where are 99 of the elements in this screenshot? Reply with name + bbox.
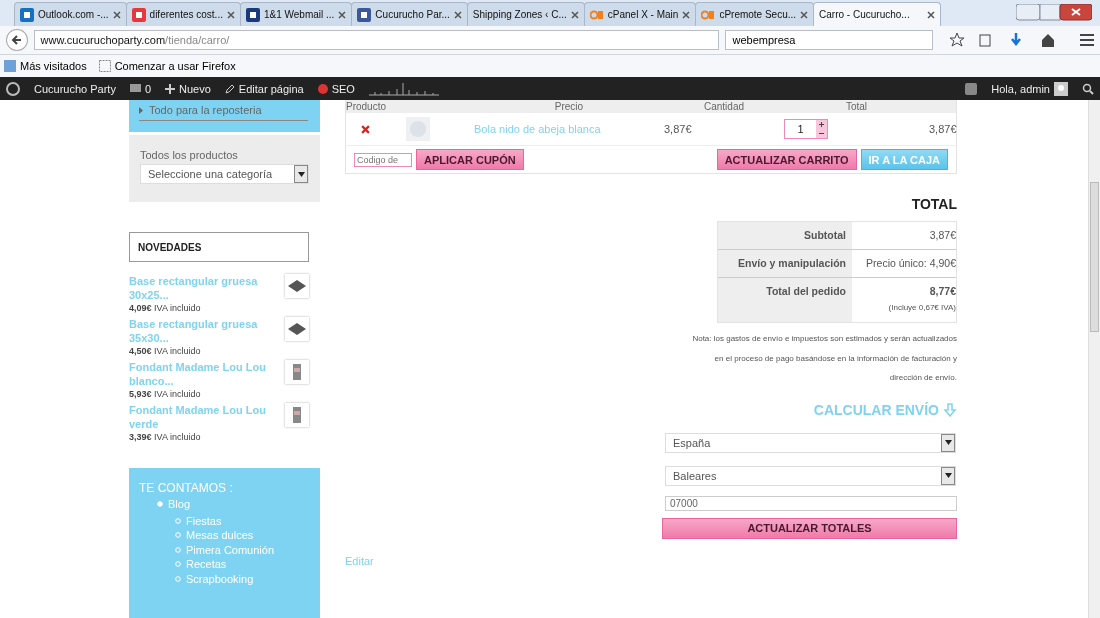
bullet-icon <box>175 517 181 524</box>
close-icon <box>112 10 121 19</box>
bookmark-link[interactable]: Comenzar a usar Firefox <box>98 60 236 72</box>
new-link[interactable]: Nuevo <box>165 82 211 95</box>
browser-tab[interactable]: diferentes cost... <box>125 2 241 26</box>
widget-title: Todos los productos <box>140 149 239 161</box>
category-select[interactable]: Seleccione una categoría <box>140 164 309 184</box>
home-icon[interactable] <box>1040 33 1055 47</box>
triangle-icon <box>139 106 143 114</box>
table-cell-text: 3,87€ <box>664 123 693 135</box>
row-label: Total del pedido <box>718 278 852 322</box>
notification-icon <box>965 82 978 95</box>
product-price: 5,93€ IVA incluido <box>129 389 202 399</box>
account-link[interactable]: Hola, admin <box>991 81 1068 96</box>
product-price: 4,50€ IVA incluido <box>129 346 202 356</box>
browser-tab[interactable]: Cucurucho Par... <box>351 2 468 26</box>
bullet-icon <box>175 575 181 582</box>
edit-page-link[interactable]: Editar página <box>224 82 304 95</box>
back-arrow-icon <box>10 34 23 46</box>
favicon-icon <box>701 9 716 20</box>
comment-icon <box>129 83 141 94</box>
table-cell-text: 8,77€ (Incluye 0,67€ IVA) <box>887 284 956 314</box>
section-title: TOTAL <box>911 196 957 212</box>
page-icon <box>98 60 111 72</box>
search-field[interactable]: webempresa <box>725 30 934 50</box>
plus-icon <box>165 83 176 94</box>
traffic-sparkline <box>368 81 439 96</box>
avatar-icon <box>1054 81 1068 96</box>
tray-thumbnail <box>285 317 309 341</box>
product-price: 4,09€ IVA incluido <box>129 303 202 313</box>
close-icon <box>927 10 936 19</box>
table-cell: Precio único: 4,90€ <box>852 250 956 278</box>
browser-tab[interactable]: cPanel X - Main <box>583 2 697 26</box>
clipboard-icon[interactable] <box>979 33 991 47</box>
caret-icon <box>944 473 952 478</box>
bullet-icon <box>175 561 181 568</box>
site-link[interactable]: Cucurucho Party <box>34 82 116 95</box>
address-bar[interactable]: www.cucuruchoparty.com/tienda/carro/ <box>33 30 720 50</box>
comments-link[interactable]: 0 <box>129 82 152 95</box>
column-header: Cantidad <box>703 101 745 112</box>
wordpress-logo-icon <box>6 81 20 96</box>
row-label: Subtotal <box>718 222 852 250</box>
browser-tab[interactable]: Carro - Cucurucho... <box>813 2 942 26</box>
caret-icon <box>944 440 952 445</box>
browser-tab[interactable]: 1&1 Webmail ... <box>239 2 353 26</box>
bullet-icon <box>157 501 163 508</box>
browser-tab[interactable]: Shipping Zones ‹ C... <box>466 2 585 26</box>
caret-icon <box>297 171 305 177</box>
browser-tab[interactable]: Outlook.com -... <box>14 2 127 26</box>
menu-icon[interactable] <box>1080 34 1095 46</box>
update-totals-button[interactable]: ACTUALIZAR TOTALES <box>662 517 957 539</box>
favicon-icon <box>20 7 34 22</box>
pencil-icon <box>224 83 235 94</box>
product-thumbnail <box>285 360 309 384</box>
shipping-note: Nota: los gastos de envío e impuestos son estimados y serán actualizados en el proceso de pago basándose en la información de facturación y dirección de envío. <box>692 333 957 384</box>
back-button[interactable] <box>6 29 28 51</box>
section-title: NOVEDADES <box>129 232 309 262</box>
product-price: 3,39€ IVA incluido <box>129 432 202 442</box>
favicon-icon <box>589 9 604 20</box>
region-select[interactable]: Baleares <box>665 465 956 486</box>
folder-icon <box>4 60 16 72</box>
close-icon <box>338 10 347 19</box>
window-controls-icon <box>1016 4 1092 22</box>
tray-thumbnail <box>285 274 309 298</box>
close-icon <box>800 10 809 19</box>
row-label: Envío y manipulación <box>718 250 852 278</box>
star-icon[interactable] <box>949 32 966 48</box>
column-header: Total <box>844 101 869 112</box>
search-icon <box>1082 82 1094 95</box>
status-dot-icon <box>317 83 328 94</box>
down-arrow-icon <box>943 402 957 417</box>
bullet-icon <box>175 546 181 553</box>
favicon-icon <box>357 7 372 22</box>
favicon-icon <box>245 7 260 22</box>
bookmark-link[interactable]: Más visitados <box>4 60 87 72</box>
update-cart-button[interactable]: ACTUALIZAR CARRITO <box>716 149 857 170</box>
favicon-icon <box>131 7 146 22</box>
seo-link[interactable]: SEO <box>317 82 355 95</box>
coupon-field[interactable]: Codigo de <box>354 152 412 167</box>
panel-title: TE CONTAMOS : <box>139 481 234 495</box>
close-icon <box>226 10 235 19</box>
bullet-icon <box>175 532 181 539</box>
column-header: Precio <box>553 101 585 112</box>
column-header: Producto <box>346 101 388 112</box>
close-icon <box>570 10 579 19</box>
browser-tab[interactable]: cPremote Secu... <box>695 2 815 26</box>
table-cell: 3,87€ <box>929 123 957 135</box>
close-icon <box>682 10 691 19</box>
product-thumbnail <box>285 403 309 427</box>
remove-icon[interactable] <box>361 124 370 134</box>
menu-item[interactable]: Todo para la reposteria <box>139 102 308 121</box>
apply-coupon-button[interactable]: APLICAR CUPÓN <box>416 149 524 170</box>
table-cell: 3,87€ <box>852 222 956 250</box>
country-select[interactable]: España <box>665 432 956 453</box>
download-icon[interactable] <box>1010 33 1021 47</box>
stepper-icon[interactable] <box>816 120 827 138</box>
quantity-field[interactable]: 1 <box>784 119 828 139</box>
postcode-field[interactable]: 07000 <box>665 495 957 511</box>
close-icon <box>453 10 462 19</box>
